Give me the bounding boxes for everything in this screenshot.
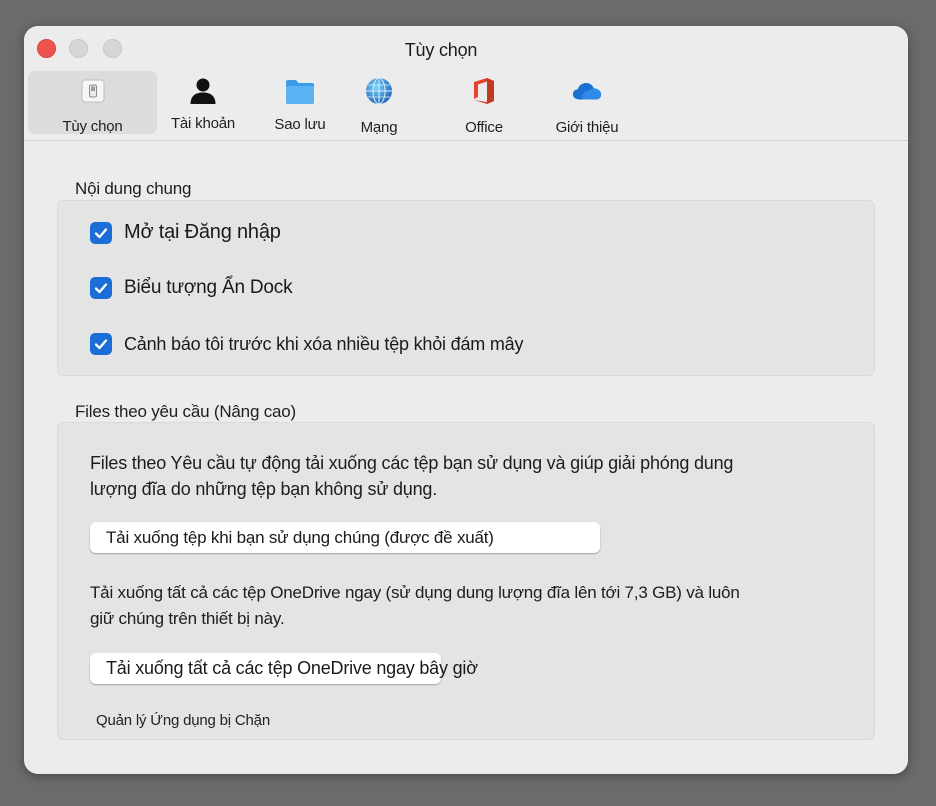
tab-backup[interactable]: Sao lưu [260,71,340,134]
files-on-demand-section-title: Files theo yêu cầu (Nâng cao) [75,402,296,421]
warn-before-delete-checkbox[interactable]: Cảnh báo tôi trước khi xóa nhiều tệp khỏ… [90,333,523,355]
checkbox-checked-icon [90,221,112,244]
cloud-icon [571,75,603,107]
open-at-login-checkbox[interactable]: Mở tại Đăng nhập [90,221,281,244]
download-all-now-button[interactable]: Tải xuống tất cả các tệp OneDrive ngay b… [90,653,478,684]
toolbar-divider [24,140,908,141]
tab-about[interactable]: Giới thiệu [546,71,628,136]
download-all-description-line1: Tải xuống tất cả các tệp OneDrive ngay (… [90,583,740,602]
open-at-login-label: Mở tại Đăng nhập [124,221,281,243]
preferences-window: Tùy chọn Tùy chọn Tài khoản Sao lưu Mạng… [24,26,908,774]
tab-about-label: Giới thiệu [555,119,619,136]
warn-before-delete-label: Cảnh báo tôi trước khi xóa nhiều tệp khỏ… [124,333,524,354]
files-on-demand-description: Files theo Yêu cầu tự động tải xuống các… [90,450,733,502]
download-all-description-line2: giữ chúng trên thiết bị này. [90,609,285,628]
folder-icon [284,75,316,107]
general-section-title: Nội dung chung [75,179,192,198]
office-icon [468,75,500,107]
hide-dock-icon-checkbox[interactable]: Biểu tượng Ẩn Dock [90,277,293,299]
window-title: Tùy chọn [404,40,478,60]
checkbox-checked-icon [90,333,112,355]
person-icon [187,75,219,107]
tab-network-label: Mạng [360,119,398,136]
download-when-used-button[interactable]: Tải xuống tệp khi bạn sử dụng chúng (đượ… [90,522,600,553]
download-all-description: Tải xuống tất cả các tệp OneDrive ngay (… [90,580,740,632]
hide-dock-icon-label: Biểu tượng Ẩn Dock [124,277,293,298]
tab-account-label: Tài khoản [170,115,236,132]
tab-preferences-label: Tùy chọn [62,118,123,135]
tab-preferences[interactable]: Tùy chọn [28,71,157,135]
globe-icon [363,75,395,107]
switch-icon [77,75,109,107]
manage-blocked-apps-link[interactable]: Quản lý Ứng dụng bị Chặn [96,712,270,729]
files-on-demand-description-line2: lượng đĩa do những tệp bạn không sử dụng… [90,479,438,499]
tab-office[interactable]: Office [454,71,514,136]
tab-office-label: Office [465,119,503,136]
toolbar: Tùy chọn Tùy chọn Tài khoản Sao lưu Mạng… [24,26,908,141]
tab-account[interactable]: Tài khoản [166,71,240,134]
tab-network[interactable]: Mạng [348,71,410,136]
tab-backup-label: Sao lưu [274,116,326,133]
checkbox-checked-icon [90,277,112,299]
files-on-demand-description-line1: Files theo Yêu cầu tự động tải xuống các… [90,453,734,473]
